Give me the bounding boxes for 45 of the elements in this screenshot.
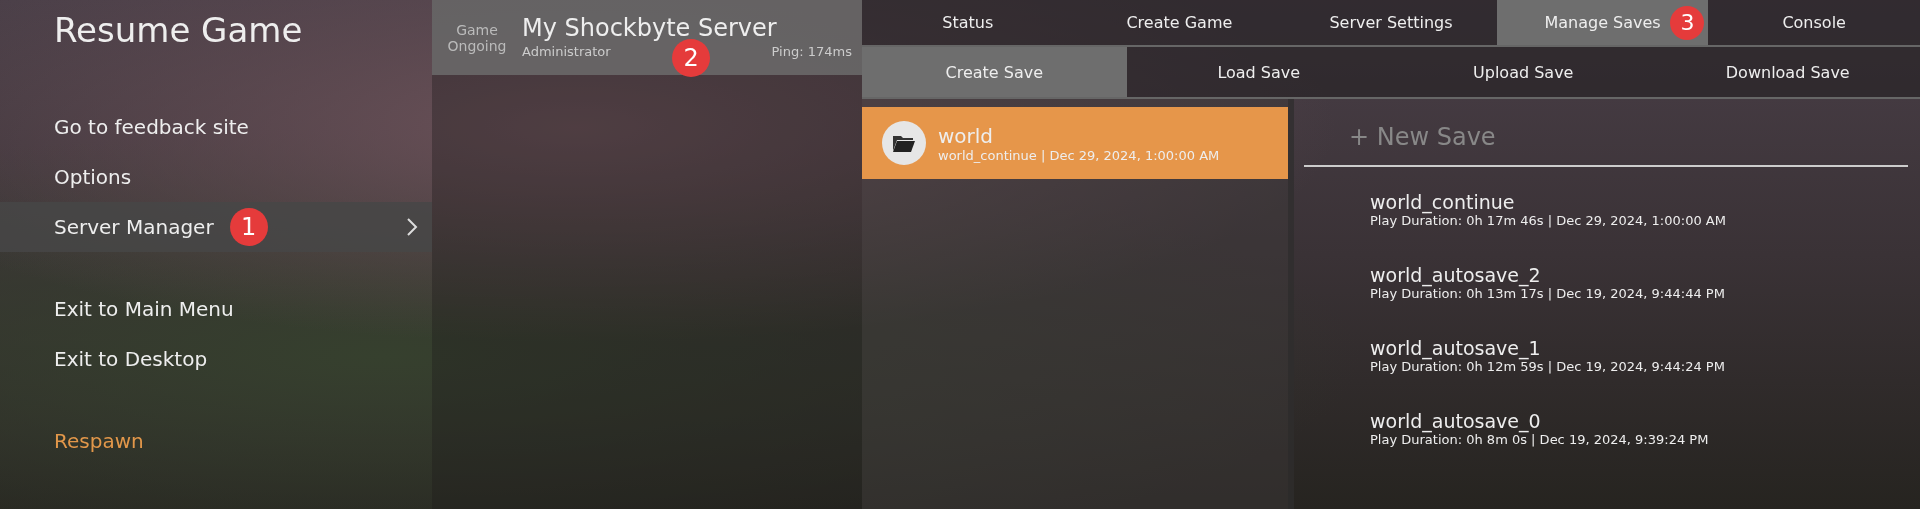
annotation-marker: 1 xyxy=(229,208,268,246)
sub-tab[interactable]: Upload Save xyxy=(1391,47,1656,97)
menu-item[interactable]: Exit to Desktop xyxy=(0,334,432,384)
tab[interactable]: Status xyxy=(862,0,1074,45)
sub-tab[interactable]: Download Save xyxy=(1655,47,1920,97)
save-item[interactable]: world_autosave_0 Play Duration: 0h 8m 0s | Dec 19, 2024, 9:39:24 PM xyxy=(1304,400,1908,473)
save-detail: Play Duration: 0h 8m 0s | Dec 19, 2024, 9:39:24 PM xyxy=(1370,432,1710,447)
chevron-right-icon xyxy=(406,217,418,237)
menu-item[interactable]: Go to feedback site xyxy=(0,102,432,152)
menu-item[interactable]: Server Manager 1 xyxy=(0,202,432,252)
menu-item[interactable]: Exit to Main Menu xyxy=(0,284,432,334)
save-detail: Play Duration: 0h 17m 46s | Dec 29, 2024, 1:00:00 AM xyxy=(1370,213,1727,228)
save-name: world_autosave_1 xyxy=(1370,337,1542,359)
save-detail: Play Duration: 0h 13m 17s | Dec 19, 2024, 9:44:44 PM xyxy=(1370,286,1726,301)
save-name: world_continue xyxy=(1370,191,1516,213)
sub-tab[interactable]: Create Save xyxy=(862,47,1127,97)
menu-item-label: Respawn xyxy=(54,429,144,453)
status-label: Game xyxy=(456,21,498,38)
save-detail: Play Duration: 0h 12m 59s | Dec 19, 2024, 9:44:24 PM xyxy=(1370,359,1726,374)
menu-item-label: Exit to Desktop xyxy=(54,347,208,371)
tab[interactable]: Create Game xyxy=(1073,0,1286,45)
menu-item[interactable]: Options xyxy=(0,152,432,202)
ping-text: Ping: 174ms xyxy=(771,44,852,59)
sub-tab[interactable]: Load Save xyxy=(1126,47,1391,97)
world-name: world xyxy=(938,123,995,148)
menu-title[interactable]: Resume Game xyxy=(0,0,432,64)
menu-item-label: Server Manager xyxy=(54,215,214,239)
save-name: world_autosave_0 xyxy=(1370,410,1542,432)
server-role: Administrator xyxy=(522,44,611,59)
save-item[interactable]: world_continue Play Duration: 0h 17m 46s | Dec 29, 2024, 1:00:00 AM xyxy=(1304,181,1908,254)
world-detail: world_continue | Dec 29, 2024, 1:00:00 AM xyxy=(938,147,1220,163)
menu-item-label: Go to feedback site xyxy=(54,115,249,139)
annotation-marker: 2 xyxy=(672,38,711,77)
save-item[interactable]: world_autosave_2 Play Duration: 0h 13m 17s | Dec 19, 2024, 9:44:44 PM xyxy=(1304,254,1908,327)
tab[interactable]: Console xyxy=(1708,0,1920,45)
menu-item[interactable]: Respawn xyxy=(0,416,432,466)
save-name: world_autosave_2 xyxy=(1370,264,1542,286)
save-item[interactable]: world_autosave_1 Play Duration: 0h 12m 59s | Dec 19, 2024, 9:44:24 PM xyxy=(1304,327,1908,400)
menu-item-label: Options xyxy=(54,165,132,189)
tab[interactable]: Manage Saves 3 xyxy=(1496,0,1709,45)
annotation-marker: 3 xyxy=(1670,5,1705,40)
menu-item-label: Exit to Main Menu xyxy=(54,297,234,321)
folder-icon xyxy=(882,121,926,165)
status-label: Ongoing xyxy=(447,37,507,54)
tab[interactable]: Server Settings xyxy=(1285,0,1497,45)
